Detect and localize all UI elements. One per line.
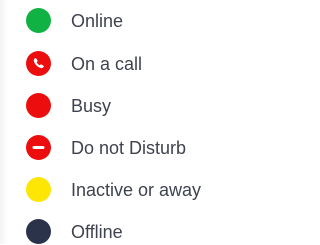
left-edge-shadow [0,0,8,244]
minus-icon [26,135,51,160]
status-do-not-disturb: Do not Disturb [0,133,244,161]
status-label: Online [71,11,124,31]
status-label: Offline [71,222,123,242]
navy-dot-icon [26,219,51,244]
status-offline: Offline [0,217,244,245]
status-on-a-call: On a call [0,49,244,77]
status-busy: Busy [0,91,244,119]
phone-icon [26,51,51,76]
status-inactive-or-away: Inactive or away [0,175,244,203]
status-online: Online [0,6,244,34]
status-label: Inactive or away [71,180,202,200]
green-dot-icon [26,8,51,33]
status-label: On a call [71,54,143,74]
red-dot-icon [26,93,51,118]
status-label: Busy [71,96,112,116]
yellow-dot-icon [26,177,51,202]
status-label: Do not Disturb [71,138,187,158]
